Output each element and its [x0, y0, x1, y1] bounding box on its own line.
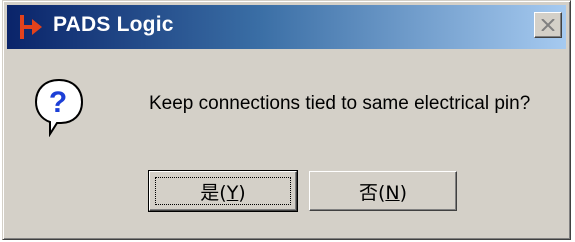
no-button[interactable]: 否(N) [309, 171, 457, 211]
title-bar[interactable]: PADS Logic [7, 5, 566, 49]
svg-text:?: ? [49, 86, 67, 119]
no-mnemonic: N [385, 181, 400, 204]
no-button-label: 否(N) [359, 178, 407, 205]
window-title: PADS Logic [53, 13, 174, 36]
message-dialog: PADS Logic ? Keep connections tied to sa… [2, 0, 571, 240]
close-button[interactable] [534, 12, 562, 38]
question-icon: ? [34, 78, 84, 137]
focus-rectangle [155, 177, 291, 205]
close-icon [541, 19, 555, 31]
no-label-prefix: 否( [358, 181, 386, 204]
dialog-message: Keep connections tied to same electrical… [149, 93, 531, 114]
pads-logic-app-icon [20, 15, 42, 39]
yes-button[interactable]: 是(Y) [148, 170, 298, 212]
no-label-suffix: ) [399, 181, 408, 204]
